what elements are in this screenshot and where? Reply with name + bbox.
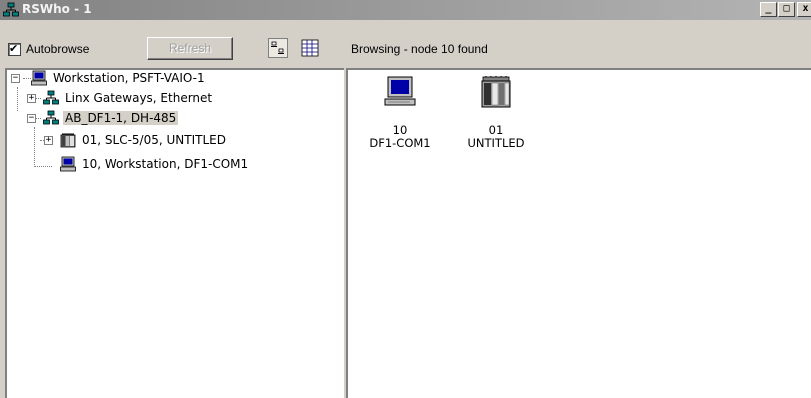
device-item-01[interactable]: 01 UNTITLED bbox=[456, 76, 536, 156]
computer-icon bbox=[60, 156, 76, 172]
device-name: UNTITLED bbox=[467, 136, 525, 150]
large-icons-view-button[interactable] bbox=[268, 38, 288, 58]
tree-connector bbox=[23, 78, 31, 79]
device-item-10[interactable]: 10 DF1-COM1 bbox=[360, 76, 440, 156]
tree-item-label: 01, SLC-5/05, UNTITLED bbox=[82, 133, 226, 147]
autobrowse-checkbox[interactable]: ✔ bbox=[8, 42, 21, 56]
device-name: DF1-COM1 bbox=[369, 136, 431, 150]
large-icons-icon bbox=[271, 41, 284, 54]
tree-connector bbox=[17, 87, 18, 111]
refresh-button[interactable]: Refresh bbox=[147, 37, 233, 60]
close-button[interactable]: x bbox=[797, 2, 811, 17]
plc-icon bbox=[481, 76, 511, 108]
network-icon bbox=[3, 2, 19, 17]
device-list[interactable]: 10 DF1-COM1 01 UNTITLED bbox=[346, 68, 811, 398]
tree-item-label: 10, Workstation, DF1-COM1 bbox=[82, 157, 249, 171]
tree-item-label: AB_DF1-1, DH-485 bbox=[63, 111, 179, 125]
maximize-button[interactable]: □ bbox=[778, 2, 795, 17]
details-view-button[interactable] bbox=[300, 38, 320, 58]
title-bar[interactable]: RSWho - 1 _ □ x bbox=[0, 0, 811, 20]
tree-item-label: Workstation, PSFT-VAIO-1 bbox=[53, 71, 205, 85]
browse-status: Browsing - node 10 found bbox=[351, 42, 488, 56]
window-title: RSWho - 1 bbox=[22, 2, 92, 16]
network-icon bbox=[43, 90, 59, 105]
computer-icon bbox=[31, 70, 47, 86]
network-tree[interactable]: − Workstation, PSFT-VAIO-1 + Linx Gatewa… bbox=[5, 68, 344, 398]
minimize-button[interactable]: _ bbox=[760, 2, 777, 17]
collapse-icon[interactable]: − bbox=[11, 74, 20, 83]
computer-icon bbox=[384, 76, 416, 106]
autobrowse-label[interactable]: Autobrowse bbox=[26, 42, 89, 56]
checkmark-icon: ✔ bbox=[9, 42, 19, 55]
collapse-icon[interactable]: − bbox=[27, 114, 36, 123]
details-icon bbox=[301, 39, 319, 57]
tree-item-label: Linx Gateways, Ethernet bbox=[65, 91, 213, 105]
network-icon bbox=[43, 110, 59, 125]
expand-icon[interactable]: + bbox=[27, 94, 36, 103]
expand-icon[interactable]: + bbox=[44, 136, 53, 145]
tree-connector bbox=[34, 166, 52, 167]
tree-connector bbox=[34, 127, 35, 167]
plc-icon bbox=[60, 133, 76, 148]
